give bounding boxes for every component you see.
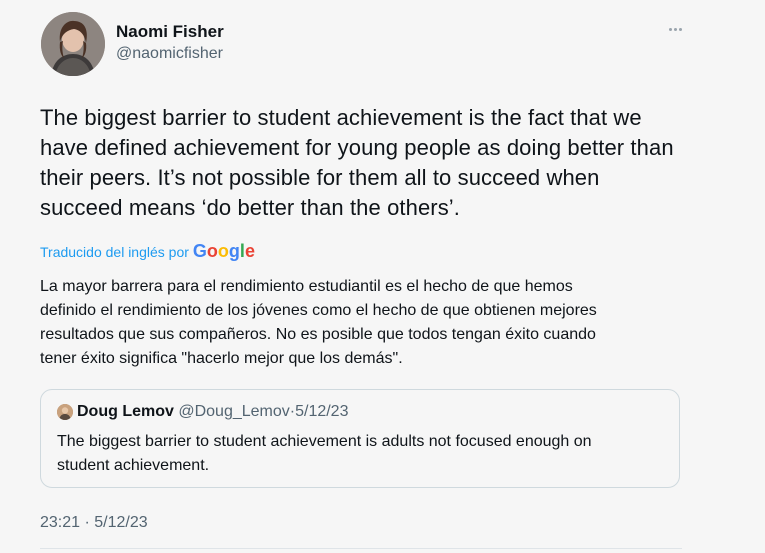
- quoted-avatar-image: [57, 404, 73, 420]
- quoted-author-avatar: [57, 404, 73, 420]
- translation-label[interactable]: Traducido del inglés por: [40, 244, 189, 260]
- timestamp-separator: ·: [84, 514, 90, 531]
- dot: [668, 27, 672, 31]
- tweet-card: Naomi Fisher @naomicfisher The biggest b…: [0, 0, 765, 553]
- tweet-text: The biggest barrier to student achieveme…: [40, 105, 674, 220]
- tweet-time[interactable]: 23:21: [40, 514, 80, 531]
- quoted-author-handle: @Doug_Lemov: [178, 403, 290, 420]
- quoted-date: 5/12/23: [295, 403, 349, 420]
- author-handle[interactable]: @naomicfisher: [116, 45, 223, 63]
- author-avatar[interactable]: [41, 12, 105, 76]
- dot: [678, 27, 682, 31]
- author-name[interactable]: Naomi Fisher: [116, 22, 224, 42]
- google-logo: Google: [192, 241, 255, 261]
- divider: [40, 548, 682, 549]
- translation-attribution[interactable]: Traducido del inglés por Google: [40, 241, 255, 262]
- quoted-tweet-header: Doug Lemov @Doug_Lemov·5/12/23: [77, 403, 348, 421]
- quoted-tweet[interactable]: Doug Lemov @Doug_Lemov·5/12/23 The bigge…: [40, 389, 680, 488]
- translated-text: La mayor barrera para el rendimiento est…: [40, 278, 597, 367]
- avatar-image: [41, 12, 105, 76]
- dot: [673, 27, 677, 31]
- quoted-tweet-text: The biggest barrier to student achieveme…: [57, 433, 592, 474]
- tweet-timestamp[interactable]: 23:21 · 5/12/23: [40, 514, 148, 532]
- more-horizontal-icon[interactable]: [664, 22, 686, 36]
- quoted-author-name: Doug Lemov: [77, 403, 174, 420]
- tweet-date[interactable]: 5/12/23: [94, 514, 147, 531]
